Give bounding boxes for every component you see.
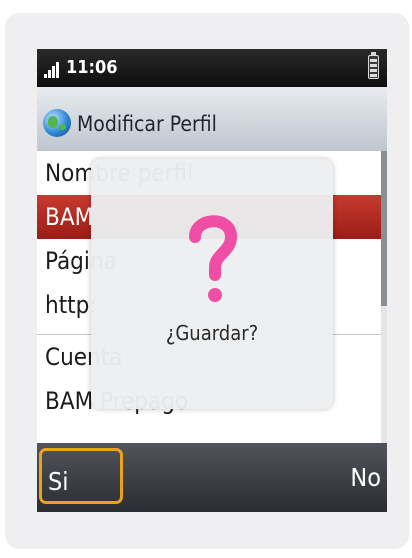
save-confirm-dialog: ¿Guardar? [91,159,333,409]
page-title: Modificar Perfil [77,112,217,136]
yes-softkey-label: Si [48,467,69,496]
status-bar: 11:06 [37,49,387,87]
no-softkey[interactable]: No [350,463,381,492]
battery-icon [368,52,379,79]
clock: 11:06 [66,57,118,78]
globe-icon [43,109,71,137]
signal-bars-icon [44,62,60,78]
yes-softkey[interactable]: Si [39,448,123,504]
scrollbar-thumb[interactable] [381,151,387,306]
phone-screen: 11:06 Modificar Perfil Nombre perfil BAM… [37,49,387,512]
question-mark-icon [189,215,238,302]
dialog-message: ¿Guardar? [165,321,259,345]
softkey-bar: Si No [37,443,387,512]
title-bar: Modificar Perfil [37,87,387,151]
